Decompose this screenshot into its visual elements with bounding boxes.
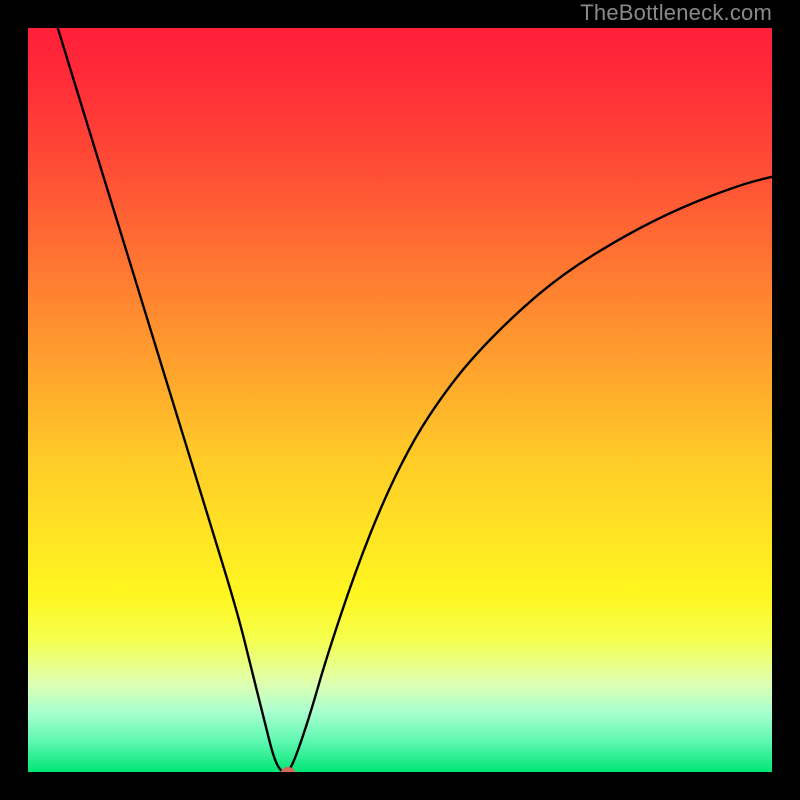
plot-area	[28, 28, 772, 772]
chart-frame: TheBottleneck.com	[0, 0, 800, 800]
watermark-text: TheBottleneck.com	[580, 0, 772, 26]
bottleneck-curve	[28, 28, 772, 772]
minimum-marker-icon	[281, 767, 295, 772]
